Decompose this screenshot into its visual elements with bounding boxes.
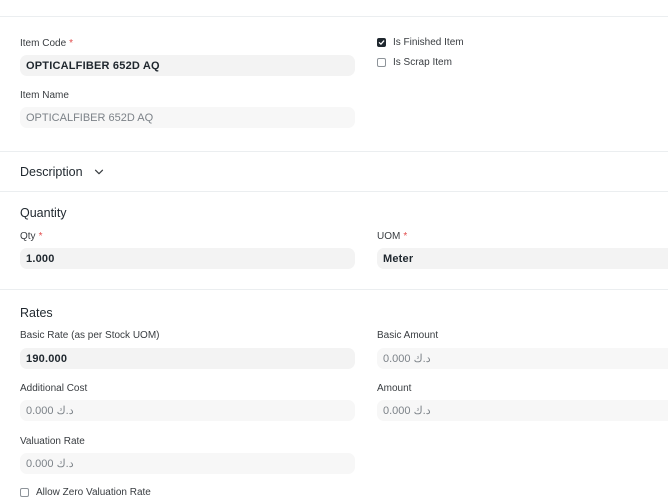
uom-field[interactable]: Meter	[377, 248, 668, 269]
item-name-field: OPTICALFIBER 652D AQ	[20, 107, 355, 128]
amount-label: Amount	[377, 383, 412, 394]
additional-cost-field: 0.000 د.ك	[20, 400, 355, 421]
top-divider	[0, 16, 668, 17]
valuation-rate-label: Valuation Rate	[20, 436, 85, 447]
item-code-label: Item Code *	[20, 38, 74, 49]
item-name-label: Item Name	[20, 90, 69, 101]
checkbox-unchecked-icon[interactable]	[20, 488, 29, 497]
allow-zero-valuation-rate-checkbox[interactable]: Allow Zero Valuation Rate	[20, 487, 151, 498]
checkbox-unchecked-icon[interactable]	[377, 58, 386, 67]
chevron-down-icon	[94, 165, 104, 179]
required-marker: *	[38, 231, 43, 242]
rates-section-title: Rates	[20, 306, 53, 320]
basic-amount-field: 0.000 د.ك	[377, 348, 668, 369]
additional-cost-label: Additional Cost	[20, 383, 88, 394]
qty-label: Qty *	[20, 231, 43, 242]
section-divider	[0, 191, 668, 192]
item-code-field[interactable]: OPTICALFIBER 652D AQ	[20, 55, 355, 76]
basic-rate-label: Basic Rate (as per Stock UOM)	[20, 330, 160, 341]
required-marker: *	[69, 38, 74, 49]
is-scrap-item-checkbox[interactable]: Is Scrap Item	[377, 57, 452, 68]
section-divider	[0, 289, 668, 290]
basic-amount-label: Basic Amount	[377, 330, 439, 341]
is-finished-item-checkbox[interactable]: Is Finished Item	[377, 37, 464, 48]
section-divider	[0, 151, 668, 152]
required-marker: *	[403, 231, 408, 242]
description-section-toggle[interactable]: Description	[20, 165, 104, 179]
checkbox-checked-icon[interactable]	[377, 38, 386, 47]
uom-label: UOM *	[377, 231, 408, 242]
qty-field[interactable]: 1.000	[20, 248, 355, 269]
basic-rate-field[interactable]: 190.000	[20, 348, 355, 369]
quantity-section-title: Quantity	[20, 206, 67, 220]
valuation-rate-field: 0.000 د.ك	[20, 453, 355, 474]
amount-field: 0.000 د.ك	[377, 400, 668, 421]
